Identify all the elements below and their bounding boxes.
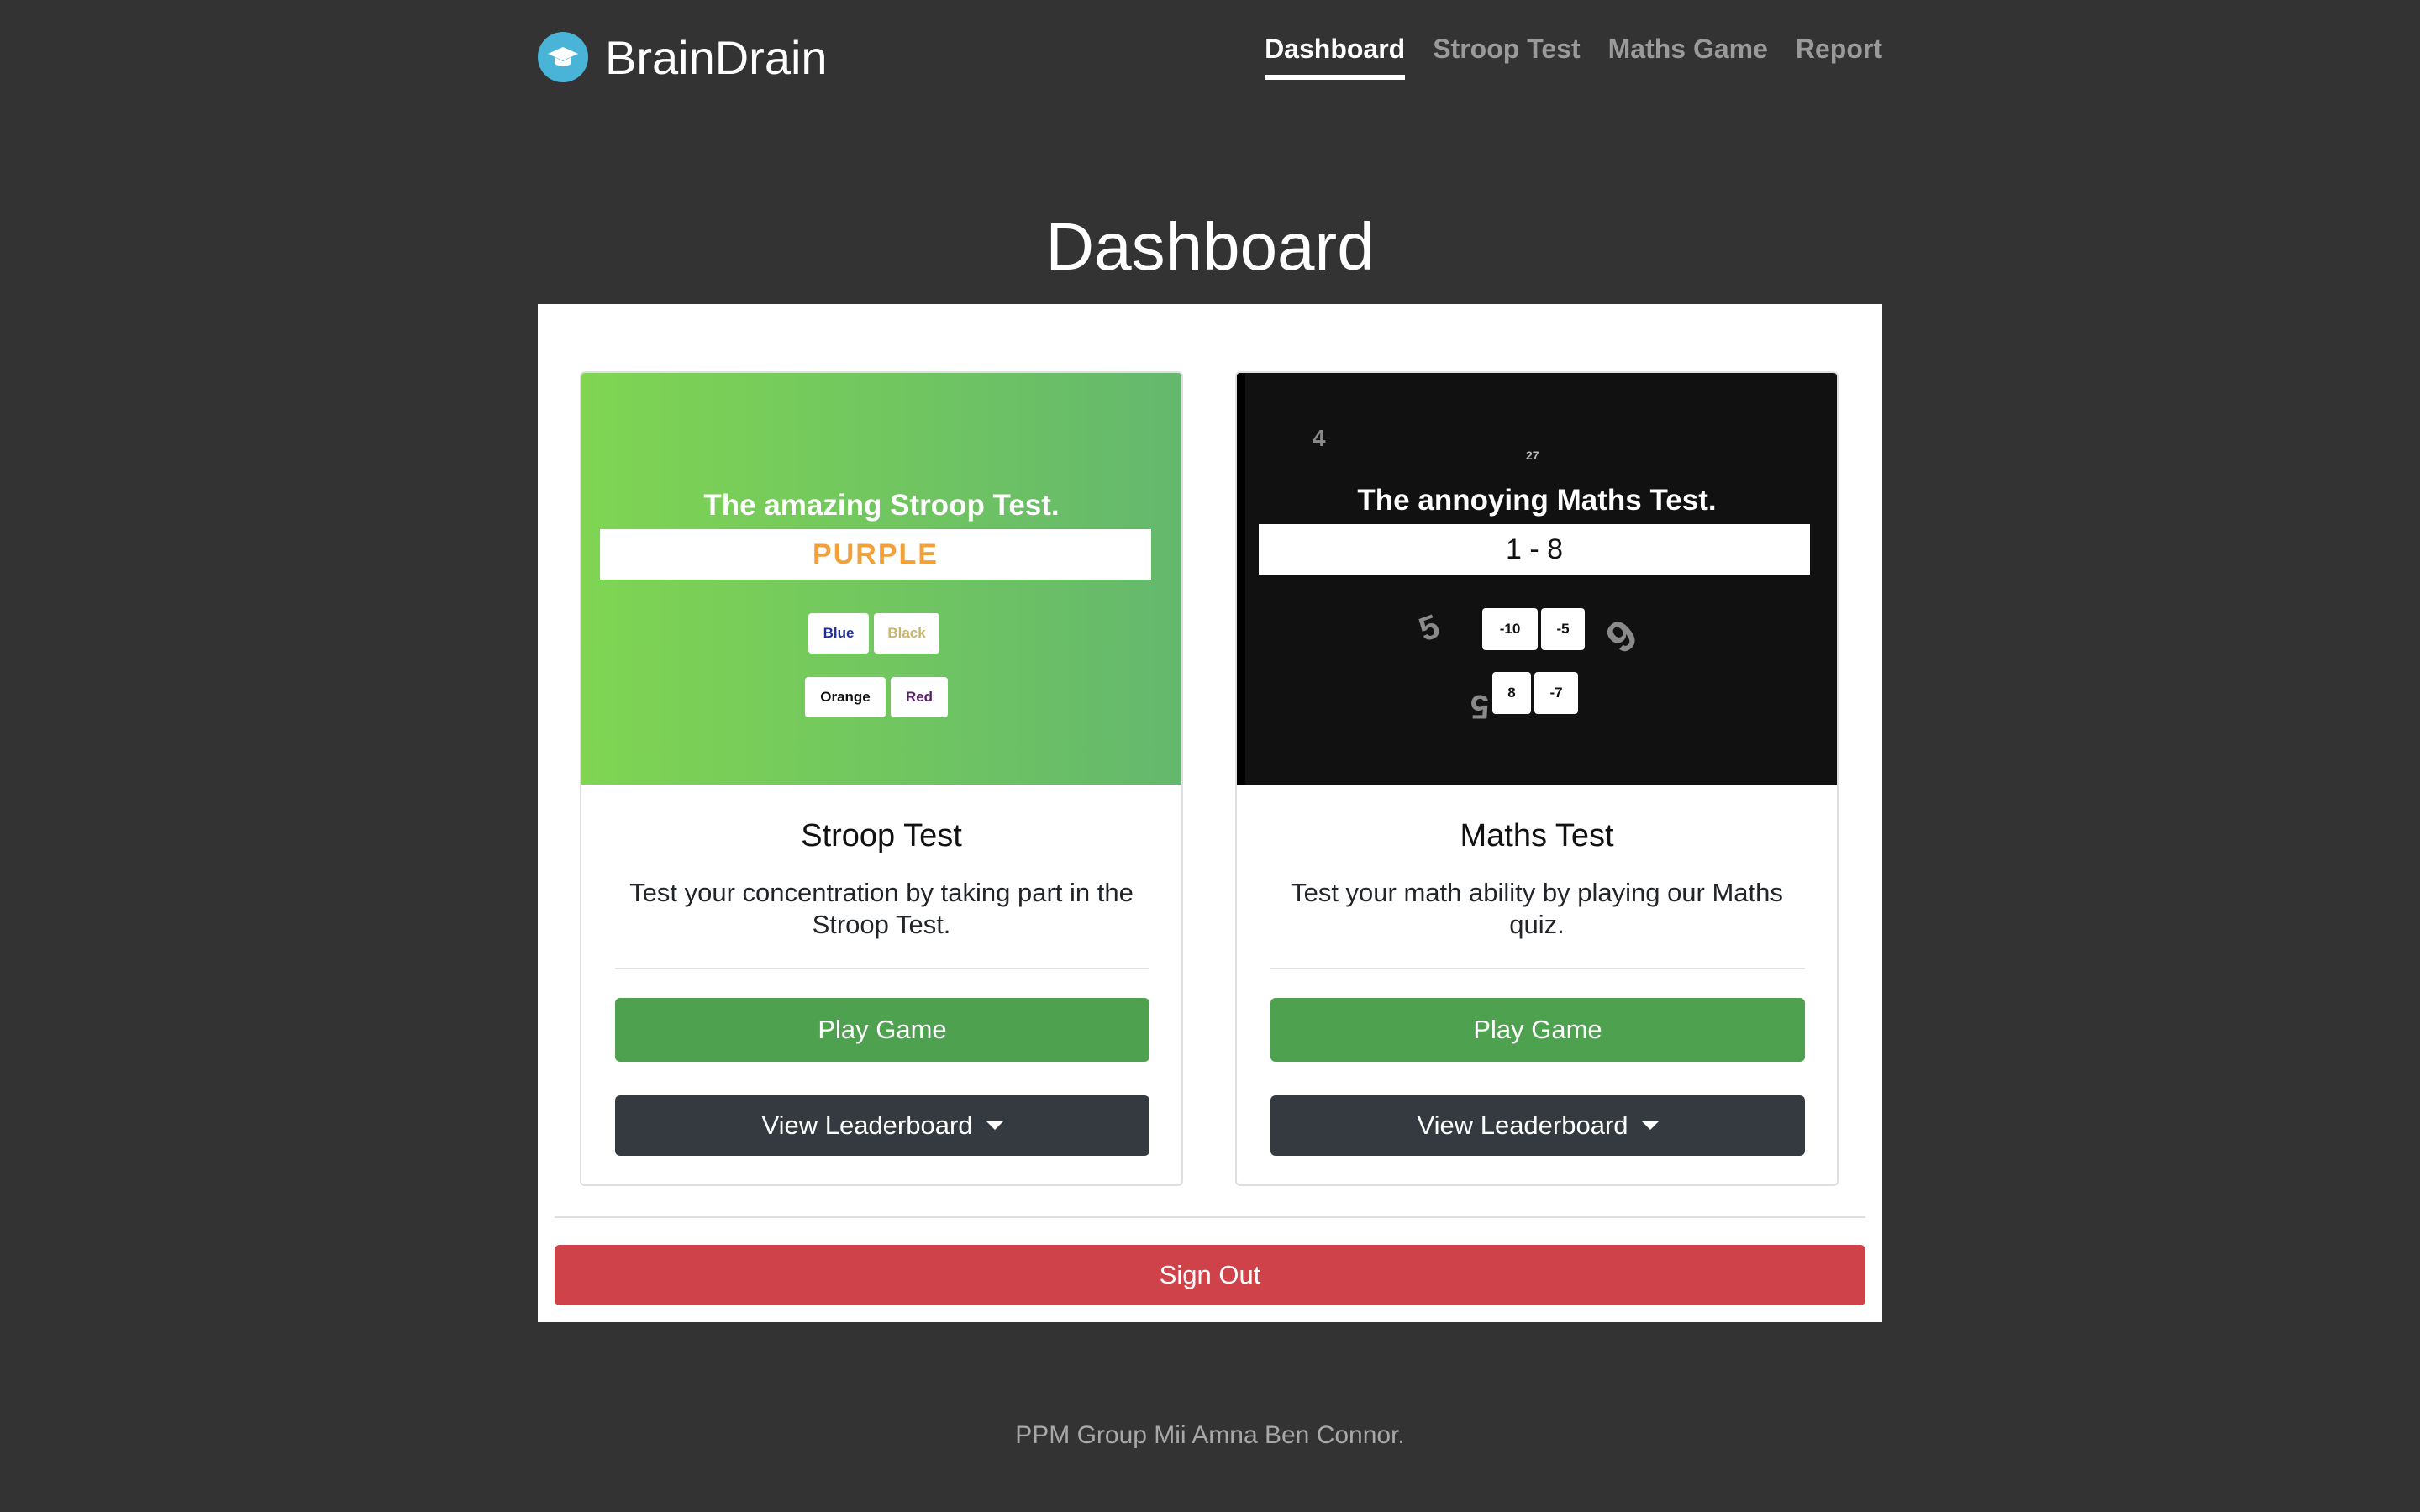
maths-leaderboard-dropdown[interactable]: View Leaderboard (1270, 1095, 1805, 1156)
stroop-preview-option: Black (874, 613, 939, 654)
nav-dashboard[interactable]: Dashboard (1265, 34, 1406, 80)
stroop-card: The amazing Stroop Test. PURPLE Blue Bla… (580, 371, 1183, 1186)
card-title: Maths Test (1460, 818, 1614, 853)
nav-report[interactable]: Report (1796, 34, 1882, 80)
stroop-play-button[interactable]: Play Game (615, 998, 1150, 1062)
maths-preview-image: 4 27 5 9 5 The annoying Maths Test. 1 - … (1237, 373, 1837, 785)
floating-number: 4 (1313, 425, 1326, 451)
floating-number: 9 (1597, 610, 1648, 664)
stroop-preview-word: PURPLE (813, 538, 939, 570)
stroop-preview-option: Blue (808, 613, 869, 654)
brand-name: BrainDrain (605, 30, 828, 84)
maths-preview-option: -5 (1541, 608, 1585, 650)
maths-preview-option: -10 (1482, 608, 1538, 650)
maths-card: 4 27 5 9 5 The annoying Maths Test. 1 - … (1235, 371, 1839, 1186)
floating-number: 5 (1470, 688, 1490, 725)
caret-down-icon (1641, 1121, 1659, 1130)
maths-play-button[interactable]: Play Game (1270, 998, 1805, 1062)
card-description: Test your math ability by playing our Ma… (1291, 878, 1783, 939)
play-button-label: Play Game (1473, 1015, 1602, 1044)
dashboard-panel: The amazing Stroop Test. PURPLE Blue Bla… (538, 304, 1882, 1322)
card-title: Stroop Test (801, 818, 962, 853)
card-divider (1270, 968, 1805, 969)
page-title: Dashboard (1045, 209, 1375, 284)
leaderboard-button-label: View Leaderboard (761, 1110, 973, 1140)
maths-preview-title: The annoying Maths Test. (1357, 484, 1717, 517)
graduation-cap-icon (538, 32, 588, 82)
maths-preview-question-bar: 1 - 8 (1259, 524, 1810, 575)
leaderboard-button-label: View Leaderboard (1417, 1110, 1628, 1140)
maths-preview-option: 8 (1492, 672, 1531, 714)
preview-edge (1237, 373, 1245, 785)
maths-preview-option: -7 (1534, 672, 1578, 714)
main-nav: Dashboard Stroop Test Maths Game Report (1265, 34, 1882, 80)
floating-number: 5 (1413, 607, 1444, 649)
stroop-preview-word-bar: PURPLE (600, 529, 1151, 580)
card-description: Test your concentration by taking part i… (629, 878, 1134, 939)
stroop-preview-title: The amazing Stroop Test. (703, 489, 1060, 522)
stroop-preview-option: Orange (805, 677, 886, 717)
sign-out-button[interactable]: Sign Out (555, 1245, 1865, 1305)
caret-down-icon (986, 1121, 1003, 1130)
nav-maths-game[interactable]: Maths Game (1608, 34, 1768, 80)
play-button-label: Play Game (818, 1015, 947, 1044)
sign-out-label: Sign Out (1159, 1260, 1261, 1289)
panel-divider (555, 1216, 1865, 1218)
nav-stroop-test[interactable]: Stroop Test (1433, 34, 1580, 80)
card-divider (615, 968, 1150, 969)
stroop-leaderboard-dropdown[interactable]: View Leaderboard (615, 1095, 1150, 1156)
footer-text: PPM Group Mii Amna Ben Connor. (1015, 1421, 1405, 1449)
maths-preview-question: 1 - 8 (1505, 533, 1564, 565)
floating-number: 27 (1526, 449, 1539, 462)
stroop-preview-option: Red (891, 677, 948, 717)
stroop-preview-image: The amazing Stroop Test. PURPLE Blue Bla… (581, 373, 1181, 785)
brand[interactable]: BrainDrain (538, 30, 828, 84)
